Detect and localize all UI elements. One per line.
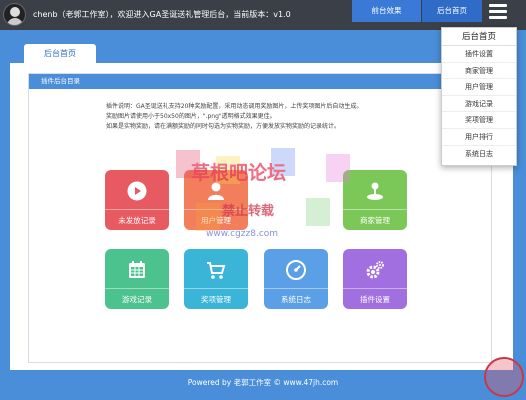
dropdown-item-prizes[interactable]: 奖项管理 — [442, 112, 516, 129]
tile-prize-management[interactable]: 奖项管理 — [184, 249, 248, 309]
hamburger-menu-icon[interactable] — [489, 4, 507, 20]
shopping-cart-icon — [207, 262, 226, 279]
dropdown-item-game-records[interactable]: 游戏记录 — [442, 96, 516, 113]
tile-game-records[interactable]: 游戏记录 — [105, 249, 169, 309]
tile-label: 奖项管理 — [184, 288, 248, 309]
description-line: 插件说明：GA圣诞送礼支持20种奖励配置，采用动态调用奖励图片，上传奖项图片后自… — [106, 103, 363, 110]
dropdown-item-merchants[interactable]: 商家管理 — [442, 63, 516, 80]
tile-user-management[interactable]: 用户管理 — [184, 170, 248, 230]
dropdown-item-users[interactable]: 用户管理 — [442, 79, 516, 96]
dropdown-item-plugin-settings[interactable]: 插件设置 — [442, 46, 516, 63]
tile-label: 商家管理 — [343, 209, 407, 230]
dropdown-item-ranking[interactable]: 用户排行 — [442, 129, 516, 146]
play-icon — [127, 181, 147, 201]
tile-label: 用户管理 — [184, 209, 248, 230]
tab-admin-home[interactable]: 后台首页 — [24, 44, 96, 64]
admin-home-button[interactable]: 后台首页 — [422, 0, 482, 22]
tile-system-log[interactable]: 系统日志 — [264, 249, 328, 309]
gears-icon — [366, 261, 384, 279]
nav-dropdown: 后台首页 插件设置 商家管理 用户管理 游戏记录 奖项管理 用户排行 系统日志 — [441, 27, 517, 166]
user-icon — [208, 182, 224, 200]
plugin-directory-panel: 插件后台目录 插件说明：GA圣诞送礼支持20种奖励配置，采用动态调用奖励图片，上… — [28, 73, 492, 363]
gauge-icon — [286, 260, 306, 280]
description-line: 奖励图片请使用小于50x50的图片，".png"透明格式效果更佳。 — [106, 113, 276, 120]
tile-label: 系统日志 — [264, 288, 328, 309]
top-bar: chenb（老郭工作室），欢迎进入GA圣诞送礼管理后台，当前版本：v1.0 前台… — [0, 0, 526, 30]
avatar[interactable] — [3, 3, 26, 26]
description-line: 如果是实物奖励，请在满额奖励的同时勾选为实物奖励，方便发放实物奖励的记录统计。 — [106, 123, 341, 130]
joystick-icon — [367, 182, 383, 200]
plugin-description: 插件说明：GA圣诞送礼支持20种奖励配置，采用动态调用奖励图片，上传奖项图片后自… — [106, 102, 466, 132]
tile-label: 游戏记录 — [105, 288, 169, 309]
panel-heading: 插件后台目录 — [29, 74, 491, 89]
dropdown-item-system-log[interactable]: 系统日志 — [442, 146, 516, 163]
footer-text: Powered by 老郭工作室 © www.47jh.com — [187, 378, 339, 387]
tile-label: 未发放记录 — [105, 209, 169, 230]
dropdown-item-home[interactable]: 后台首页 — [442, 28, 516, 46]
front-preview-button[interactable]: 前台效果 — [352, 0, 421, 22]
tile-plugin-settings[interactable]: 插件设置 — [343, 249, 407, 309]
tile-merchant-management[interactable]: 商家管理 — [343, 170, 407, 230]
calendar-icon — [129, 261, 145, 278]
tile-unissued-records[interactable]: 未发放记录 — [105, 170, 169, 230]
tile-label: 插件设置 — [343, 288, 407, 309]
tab-strip: 后台首页 — [10, 39, 456, 64]
welcome-text: chenb（老郭工作室），欢迎进入GA圣诞送礼管理后台，当前版本：v1.0 — [33, 10, 291, 19]
stamp-seal — [484, 357, 524, 397]
